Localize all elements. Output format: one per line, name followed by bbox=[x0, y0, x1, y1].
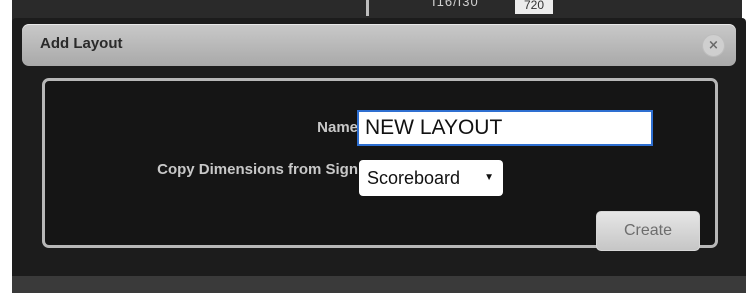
dialog-content: Name: Copy Dimensions from Sign: Scorebo… bbox=[42, 78, 718, 251]
close-icon: × bbox=[708, 38, 719, 53]
background-bottom-strip bbox=[12, 276, 746, 293]
close-button[interactable]: × bbox=[702, 34, 725, 57]
add-layout-dialog: Add Layout × Name: Copy Dimensions from … bbox=[12, 18, 746, 293]
copy-dimensions-label: Copy Dimensions from Sign: bbox=[157, 161, 363, 178]
dropdown-arrow-icon: ▼ bbox=[484, 172, 494, 183]
background-cell: 720 bbox=[515, 0, 553, 14]
dialog-titlebar: Add Layout × bbox=[22, 24, 736, 66]
copy-dimensions-select[interactable]: Scoreboard ▼ bbox=[359, 160, 503, 196]
background-header-text: I16/I30 bbox=[432, 0, 479, 9]
name-input[interactable] bbox=[357, 110, 653, 146]
copy-dimensions-value: Scoreboard bbox=[367, 168, 461, 188]
dialog-title: Add Layout bbox=[40, 35, 123, 52]
background-divider bbox=[366, 0, 369, 16]
create-button[interactable]: Create bbox=[596, 211, 700, 251]
